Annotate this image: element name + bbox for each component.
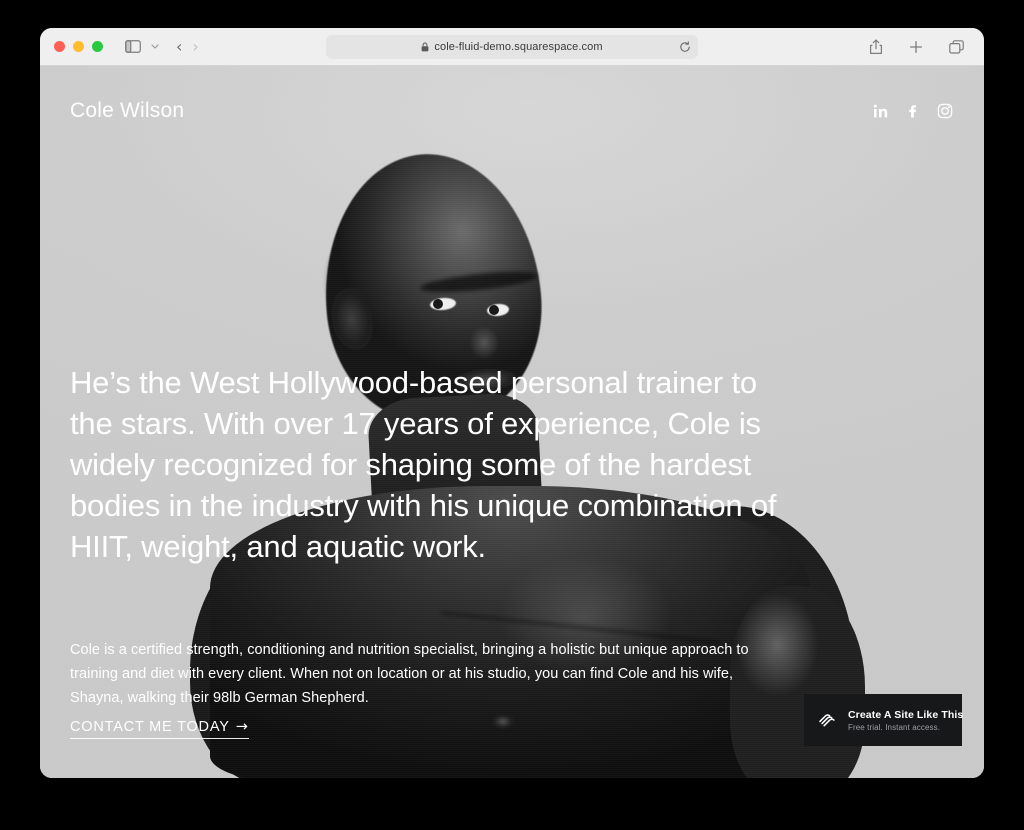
squarespace-logo-icon <box>816 709 838 731</box>
maximize-window-button[interactable] <box>92 41 103 52</box>
squarespace-promo-text: Create A Site Like This Free trial. Inst… <box>848 709 963 732</box>
back-button[interactable]: ‹ <box>176 38 182 55</box>
minimize-window-button[interactable] <box>73 41 84 52</box>
navigation-arrows: ‹ › <box>176 38 199 55</box>
photo-pupil-left <box>433 299 443 309</box>
tab-overview-icon[interactable] <box>944 36 968 58</box>
lock-icon <box>421 42 429 52</box>
social-links <box>872 102 954 120</box>
hero-body-text: Cole is a certified strength, conditioni… <box>70 642 749 706</box>
photo-pupil-right <box>489 305 499 315</box>
toolbar-right-actions <box>864 36 970 58</box>
share-icon[interactable] <box>864 36 888 58</box>
reload-icon[interactable] <box>679 41 691 53</box>
chevron-down-icon[interactable] <box>148 37 162 57</box>
close-window-button[interactable] <box>54 41 65 52</box>
hero-copy: He’s the West Hollywood-based personal t… <box>70 362 790 567</box>
browser-window: ‹ › cole-fluid-demo.squarespace.com Cole… <box>40 28 984 778</box>
hero-body-block: Cole is a certified strength, conditioni… <box>70 638 770 739</box>
screen: ‹ › cole-fluid-demo.squarespace.com Cole… <box>0 0 1024 830</box>
page-viewport: Cole Wilson He’s the West Hollywood-base… <box>40 66 984 778</box>
new-tab-icon[interactable] <box>904 36 928 58</box>
promo-subtitle: Free trial. Instant access. <box>848 722 941 732</box>
sidebar-controls <box>121 36 168 58</box>
contact-cta-label: CONTACT ME TODAY <box>70 719 230 735</box>
instagram-icon[interactable] <box>936 102 954 120</box>
browser-toolbar: ‹ › cole-fluid-demo.squarespace.com <box>40 28 984 66</box>
window-controls <box>54 41 103 52</box>
url-text: cole-fluid-demo.squarespace.com <box>434 41 603 53</box>
site-header: Cole Wilson <box>40 88 984 134</box>
squarespace-promo-banner[interactable]: Create A Site Like This Free trial. Inst… <box>804 694 963 746</box>
promo-title: Create A Site Like This <box>848 708 964 721</box>
hero-headline: He’s the West Hollywood-based personal t… <box>70 365 777 564</box>
contact-cta-link[interactable]: CONTACT ME TODAY → <box>70 719 249 739</box>
forward-button[interactable]: › <box>192 38 198 55</box>
address-bar[interactable]: cole-fluid-demo.squarespace.com <box>326 35 698 59</box>
site-title[interactable]: Cole Wilson <box>70 99 184 123</box>
arrow-right-icon: → <box>235 719 249 735</box>
linkedin-icon[interactable] <box>872 102 890 120</box>
sidebar-toggle-icon[interactable] <box>121 36 145 58</box>
facebook-icon[interactable] <box>904 102 922 120</box>
